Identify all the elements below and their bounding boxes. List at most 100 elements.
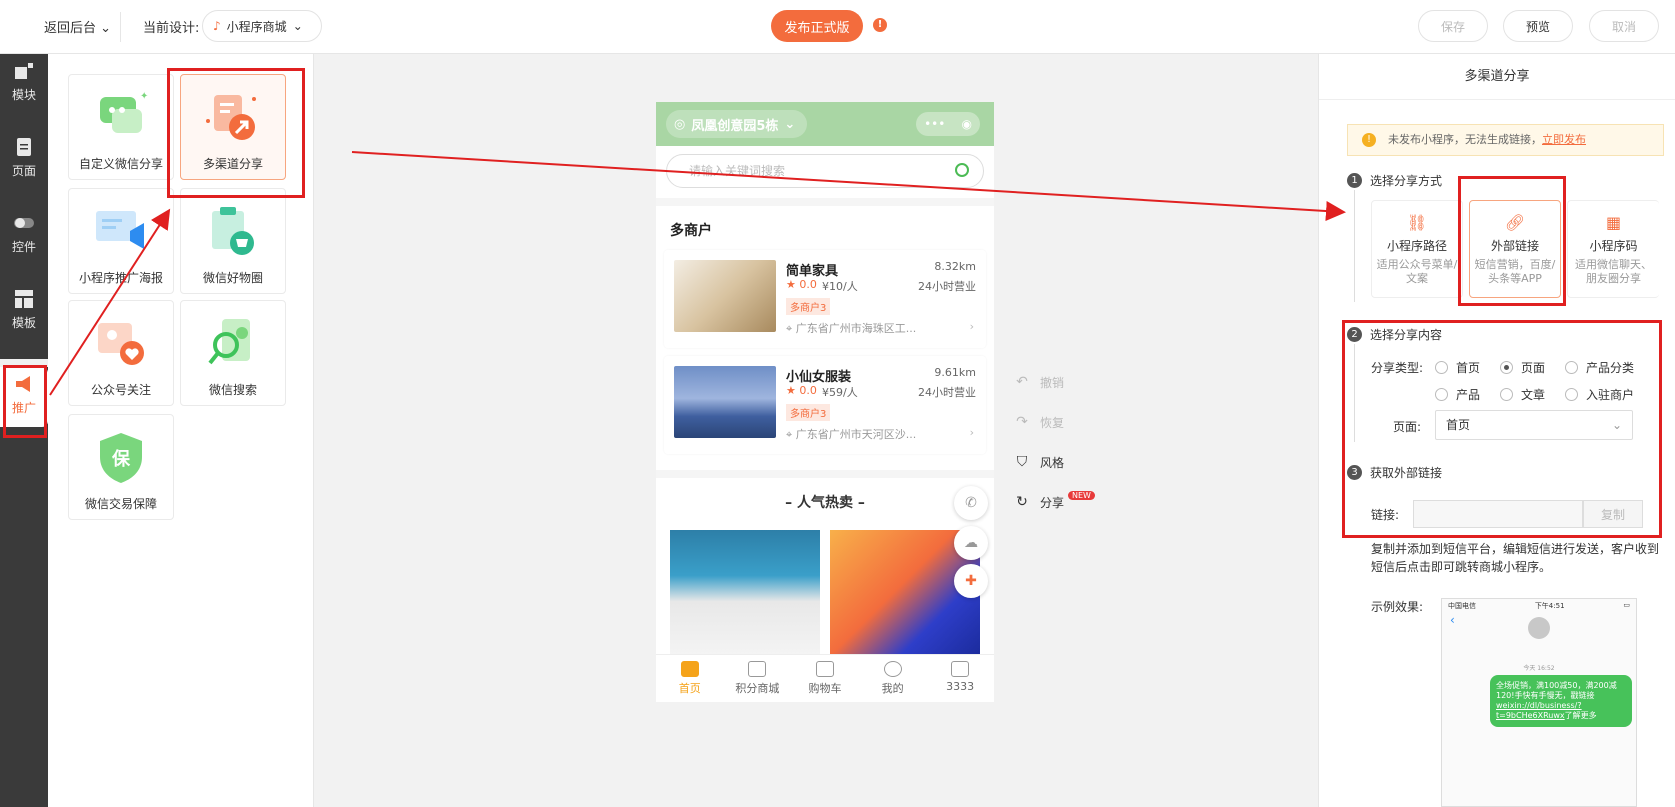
widget-multichannel-share[interactable]: 多渠道分享 [180, 74, 286, 180]
back-icon: ‹ [1450, 613, 1455, 627]
redo-button[interactable]: ↷ 恢复 [1014, 402, 1095, 442]
top-bar: 返回后台 ⌄ 当前设计: ♪ 小程序商城 ⌄ 发布正式版 ! 保存 预览 取消 [0, 0, 1675, 54]
rail-item-template[interactable]: 模板 [0, 282, 48, 342]
sms-example-image: 中国电信 下午4:51 ▭ ‹ 今天 16:52 全场促销，满100减50，满200… [1441, 598, 1637, 807]
tab-mine[interactable]: 我的 [859, 655, 927, 702]
back-to-admin-button[interactable]: 返回后台 ⌄ [44, 17, 111, 36]
style-button[interactable]: ⛉ 风格 [1014, 442, 1095, 482]
cart-bag-icon [202, 201, 264, 263]
location-pin-icon: ◎ [674, 116, 686, 132]
widget-official-follow[interactable]: 公众号关注 [68, 300, 174, 406]
chevron-down-icon: ⌄ [100, 21, 112, 36]
shop-image [674, 366, 776, 438]
gift-icon[interactable]: ✚ [954, 564, 988, 598]
settings-panel: 多渠道分享 ! 未发布小程序，无法生成链接，立即发布 1 选择分享方式 ⛓ 小程序… [1318, 54, 1675, 807]
tab-3333[interactable]: 3333 [926, 655, 994, 702]
undo-button[interactable]: ↶ 撤销 [1014, 362, 1095, 402]
path-icon: ⛓ [1406, 213, 1428, 232]
info-icon: ! [1362, 133, 1376, 147]
radio-product-category[interactable]: 产品分类 [1565, 359, 1634, 376]
exclamation-icon[interactable]: ! [873, 18, 887, 32]
tab-cart[interactable]: 购物车 [791, 655, 859, 702]
miniapp-capsule[interactable]: ••• ◉ [916, 112, 980, 136]
panel-title: 多渠道分享 [1319, 54, 1675, 100]
chevron-down-icon: ⌄ [1611, 418, 1622, 432]
grid-icon [748, 661, 767, 677]
widget-wechat-goods-circle[interactable]: 微信好物圈 [180, 188, 286, 294]
widget-wechat-trade-guarantee[interactable]: 保 微信交易保障 [68, 414, 174, 520]
publish-now-link[interactable]: 立即发布 [1542, 133, 1586, 146]
template-icon [15, 290, 33, 308]
widget-miniapp-poster[interactable]: 小程序推广海报 [68, 188, 174, 294]
design-select[interactable]: ♪ 小程序商城 ⌄ [202, 10, 322, 42]
shield-icon: 保 [90, 427, 152, 489]
star-icon: ★ [786, 384, 796, 397]
widget-wechat-search[interactable]: 微信搜索 [180, 300, 286, 406]
radio-page[interactable]: 页面 [1500, 359, 1545, 376]
link-input[interactable] [1413, 500, 1583, 528]
poster-icon [90, 201, 152, 263]
shirt-icon: ⛉ [1016, 454, 1028, 470]
hot-sale-section: – 人气热卖 – ✆ ☁ ✚ [656, 478, 994, 678]
svg-text:保: 保 [111, 448, 131, 470]
radio-merchant[interactable]: 入驻商户 [1565, 386, 1634, 403]
phone-preview[interactable]: ◎ 凤凰创意园5栋 ⌄ ••• ◉ 请输入关键词搜索 多商户 简单家具 8.32… [656, 102, 994, 702]
page-label: 页面: [1393, 420, 1422, 434]
unpublished-notice: ! 未发布小程序，无法生成链接，立即发布 [1347, 124, 1664, 156]
tab-points-mall[interactable]: 积分商城 [724, 655, 792, 702]
radio-article[interactable]: 文章 [1500, 386, 1545, 403]
step-select-content: 2 选择分享内容 [1347, 326, 1442, 343]
rail-item-promotion[interactable]: 推广 [0, 367, 48, 427]
step-get-link: 3 获取外部链接 [1347, 464, 1442, 481]
shop-card[interactable]: 简单家具 8.32km ★ 0.0 ¥10/人 24小时营业 多商户3 ⌖ 广东… [664, 250, 986, 348]
merchant-tag: 多商户3 [786, 404, 831, 421]
location-pin-icon: ⌖ [786, 428, 793, 441]
avatar [1528, 617, 1550, 639]
share-type-label: 分享类型: [1371, 361, 1424, 375]
wechat-chat-icon: ✦ [90, 87, 152, 149]
share-button[interactable]: ↻ 分享 NEW [1014, 482, 1095, 522]
more-icon: ••• [924, 117, 946, 131]
share-arrow-icon [202, 87, 264, 149]
home-icon [680, 661, 699, 677]
preview-button[interactable]: 预览 [1503, 10, 1573, 42]
qrcode-icon: ▦ [1605, 213, 1622, 232]
widget-custom-wechat-share[interactable]: ✦ 自定义微信分享 [68, 74, 174, 180]
link-label: 链接: [1371, 508, 1400, 522]
publish-button[interactable]: 发布正式版 [771, 10, 863, 42]
phone-call-icon[interactable]: ✆ [954, 486, 988, 520]
merchant-tag: 多商户3 [786, 298, 831, 315]
location-selector[interactable]: ◎ 凤凰创意园5栋 ⌄ [666, 110, 808, 138]
chat-icon[interactable]: ☁ [954, 526, 988, 560]
copy-button[interactable]: 复制 [1583, 500, 1643, 528]
location-pin-icon: ⌖ [786, 322, 793, 335]
method-miniapp-path[interactable]: ⛓ 小程序路径 适用公众号菜单/文案 [1371, 200, 1463, 298]
section-title: 多商户 [670, 223, 712, 239]
share-icon: ↻ [1016, 494, 1028, 510]
hot-sale-title: – 人气热卖 – [785, 495, 865, 511]
method-miniapp-code[interactable]: ▦ 小程序码 适用微信聊天、朋友圈分享 [1567, 200, 1659, 298]
rail-item-page[interactable]: 页面 [0, 130, 48, 190]
shop-card[interactable]: 小仙女服装 9.61km ★ 0.0 ¥59/人 24小时营业 多商户3 ⌖ 广… [664, 356, 986, 454]
page-select[interactable]: 首页 ⌄ [1435, 410, 1633, 440]
phone-search-input[interactable]: 请输入关键词搜索 [666, 154, 984, 188]
example-label: 示例效果: [1371, 600, 1424, 614]
cancel-button[interactable]: 取消 [1589, 10, 1659, 42]
design-name: 小程序商城 [226, 19, 287, 34]
rail-item-control[interactable]: 控件 [0, 206, 48, 266]
widget-panel: ✦ 自定义微信分享 多渠道分享 小程序推广海报 微信好物圈 公众号关注 微信搜索 [48, 54, 314, 807]
battery-icon: ▭ [1623, 601, 1630, 609]
product-image[interactable] [670, 530, 820, 660]
radio-home[interactable]: 首页 [1435, 359, 1480, 376]
save-button[interactable]: 保存 [1418, 10, 1488, 42]
chevron-right-icon: › [969, 320, 974, 333]
radio-product[interactable]: 产品 [1435, 386, 1480, 403]
search-icon [202, 313, 264, 375]
svg-text:✦: ✦ [140, 91, 148, 102]
heart-follow-icon [90, 313, 152, 375]
step-select-method: 1 选择分享方式 [1347, 172, 1442, 189]
rail-item-module[interactable]: 模块 [0, 54, 48, 114]
toggle-icon [14, 218, 34, 228]
method-external-link[interactable]: 🔗︎ 外部链接 短信营销，百度/头条等APP [1469, 200, 1561, 298]
tab-home[interactable]: 首页 [656, 655, 724, 702]
